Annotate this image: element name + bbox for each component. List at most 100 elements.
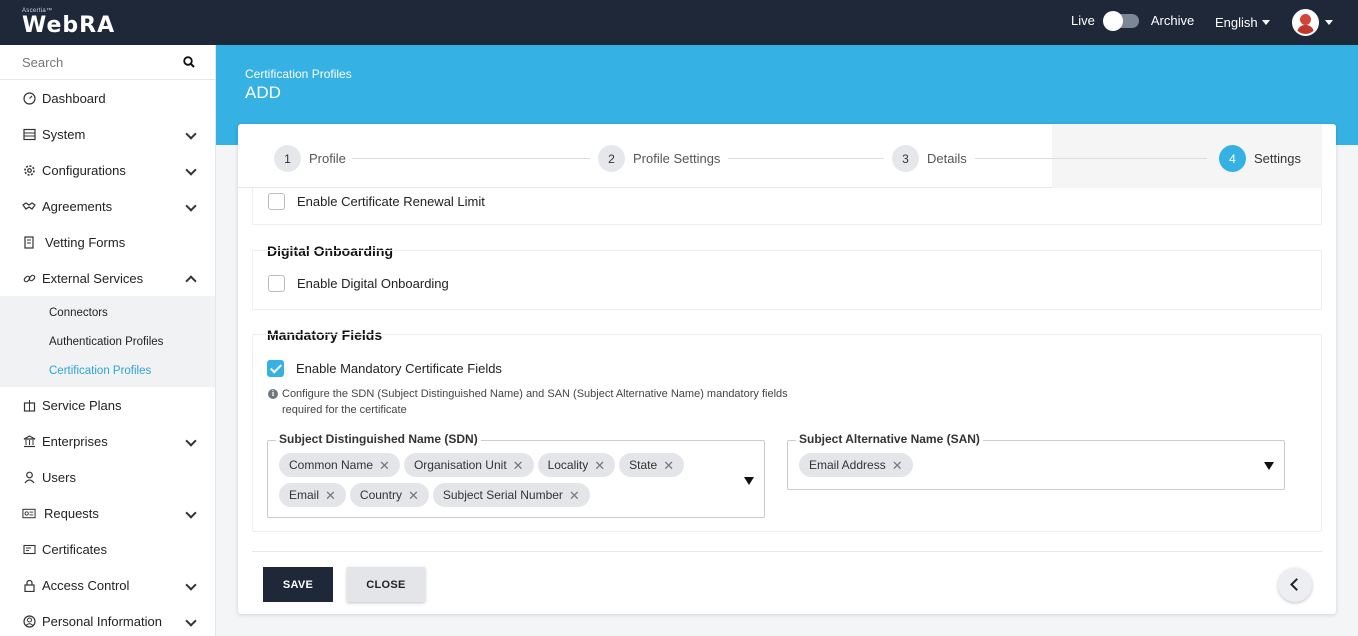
chevron-up-icon (185, 275, 197, 287)
step-number: 4 (1219, 145, 1246, 172)
sidebar-item-users[interactable]: Users (0, 459, 215, 495)
live-archive-toggle[interactable] (1102, 10, 1139, 31)
certificate-icon (22, 542, 36, 556)
remove-chip-icon[interactable]: ✕ (569, 489, 580, 502)
step-label: Details (927, 151, 967, 166)
sidebar-item-external-services[interactable]: External Services (0, 260, 215, 296)
handshake-icon (22, 199, 36, 213)
remove-chip-icon[interactable]: ✕ (513, 459, 524, 472)
note-text: Configure the SDN (Subject Distinguished… (282, 388, 788, 416)
digital-onboarding-label: Enable Digital Onboarding (297, 276, 449, 291)
remove-chip-icon[interactable]: ✕ (325, 489, 336, 502)
settings-content: Enable Certificate Renewal Limit Digital… (252, 188, 1322, 548)
sidebar-subitem-connectors[interactable]: Connectors (0, 298, 215, 327)
sidebar-subitem-certification-profiles[interactable]: Certification Profiles (0, 356, 215, 385)
sidebar-item-enterprises[interactable]: Enterprises (0, 423, 215, 459)
remove-chip-icon[interactable]: ✕ (892, 459, 903, 472)
form-icon (22, 235, 36, 249)
sidebar-subitem-authentication-profiles[interactable]: Authentication Profiles (0, 327, 215, 356)
sidebar-item-agreements[interactable]: Agreements (0, 188, 215, 224)
step-details[interactable]: 3 Details (892, 145, 967, 172)
language-select[interactable]: English (1215, 15, 1270, 30)
sidebar-item-configurations[interactable]: Configurations (0, 152, 215, 188)
step-number: 2 (598, 145, 625, 172)
sidebar-item-service-plans[interactable]: Service Plans (0, 387, 215, 423)
renewal-limit-checkbox[interactable] (268, 193, 285, 210)
dropdown-arrow-icon[interactable] (1264, 462, 1274, 470)
gift-icon (22, 398, 36, 412)
system-icon (22, 127, 36, 141)
remove-chip-icon[interactable]: ✕ (594, 459, 605, 472)
renewal-limit-row: Enable Certificate Renewal Limit (268, 193, 485, 210)
close-button[interactable]: CLOSE (347, 567, 425, 602)
chip-label: State (629, 458, 658, 472)
chevron-down-icon (185, 200, 197, 212)
save-button[interactable]: SAVE (263, 567, 333, 602)
avatar (1292, 9, 1319, 36)
user-menu[interactable] (1292, 9, 1333, 36)
sidebar-item-dashboard[interactable]: Dashboard (0, 80, 215, 116)
sidebar-item-certificates[interactable]: Certificates (0, 531, 215, 567)
sidebar-item-personal-information[interactable]: Personal Information (0, 603, 215, 636)
info-icon: i (268, 389, 278, 399)
sidebar-item-label: Configurations (42, 162, 126, 178)
renewal-limit-label: Enable Certificate Renewal Limit (297, 194, 485, 209)
chevron-down-icon (1261, 20, 1270, 25)
digital-onboarding-checkbox[interactable] (268, 275, 285, 292)
breadcrumb[interactable]: Certification Profiles (245, 67, 352, 81)
step-connector (352, 158, 590, 159)
sidebar-item-label: External Services (42, 270, 144, 286)
sidebar-item-access-control[interactable]: Access Control (0, 567, 215, 603)
back-button[interactable] (1278, 568, 1312, 602)
sidebar-item-label: Users (42, 469, 76, 485)
dropdown-arrow-icon[interactable] (744, 477, 754, 485)
step-profile[interactable]: 1 Profile (274, 145, 346, 172)
app-logo[interactable]: Ascertia™ WebRA (22, 8, 115, 38)
remove-chip-icon[interactable]: ✕ (408, 489, 419, 502)
sidebar-item-label: Personal Information (42, 613, 162, 629)
sidebar-item-label: System (42, 126, 86, 142)
step-number: 1 (274, 145, 301, 172)
search-icon[interactable] (183, 56, 195, 68)
sdn-select[interactable]: Subject Distinguished Name (SDN) Common … (267, 432, 765, 518)
sidebar-item-system[interactable]: System (0, 116, 215, 152)
chip-state: State ✕ (619, 453, 685, 477)
lock-icon (22, 578, 36, 592)
person-circle-icon (22, 614, 36, 628)
step-profile-settings[interactable]: 2 Profile Settings (598, 145, 720, 172)
chip-organisation-unit: Organisation Unit ✕ (403, 453, 534, 477)
remove-chip-icon[interactable]: ✕ (663, 459, 674, 472)
chevron-down-icon (185, 507, 197, 519)
toggle-knob (1102, 10, 1123, 31)
sidebar-item-requests[interactable]: Requests (0, 495, 215, 531)
digital-onboarding-box: Enable Digital Onboarding (252, 250, 1322, 310)
chip-country: Country ✕ (349, 483, 429, 507)
search-input[interactable] (22, 54, 172, 70)
sidebar-search (0, 45, 215, 80)
chip-label: Subject Serial Number (442, 488, 563, 502)
live-label: Live (1071, 13, 1095, 28)
step-settings[interactable]: 4 Settings (1219, 145, 1301, 172)
mandatory-fields-row: Enable Mandatory Certificate Fields (267, 360, 502, 377)
chip-label: Email (289, 488, 320, 502)
sidebar-item-label: Access Control (42, 577, 130, 593)
sidebar-item-label: Requests (44, 505, 99, 521)
sidebar-item-vetting-forms[interactable]: Vetting Forms (0, 224, 215, 260)
page-title: ADD (245, 83, 281, 102)
archive-label: Archive (1150, 13, 1195, 28)
wizard-card: 1 Profile 2 Profile Settings 3 Details 4… (238, 124, 1336, 614)
live-archive-toggle-group: Live Archive (1071, 10, 1195, 31)
gear-icon (22, 163, 36, 177)
chip-label: Common Name (289, 458, 374, 472)
san-select[interactable]: Subject Alternative Name (SAN) Email Add… (787, 432, 1285, 490)
logo-name: WebRA (22, 13, 116, 38)
step-number: 3 (892, 145, 919, 172)
chip-email-address: Email Address ✕ (799, 453, 913, 477)
mandatory-fields-checkbox[interactable] (267, 360, 284, 377)
footer-divider (252, 551, 1322, 552)
chevron-down-icon (185, 615, 197, 627)
remove-chip-icon[interactable]: ✕ (379, 459, 390, 472)
sidebar: Dashboard System Configurations Agreemen… (0, 45, 216, 636)
chip-label: Organisation Unit (413, 458, 507, 472)
chevron-down-icon (1325, 20, 1333, 25)
